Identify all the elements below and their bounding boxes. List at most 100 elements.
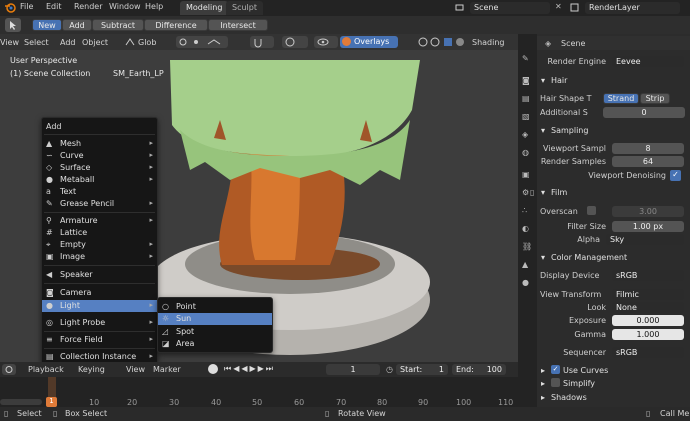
render-layer-field[interactable]: RenderLayer [585, 2, 680, 14]
view-menu-timeline[interactable]: View [126, 365, 145, 374]
use-curves-checkbox[interactable]: ✓ [551, 365, 560, 374]
timeline-area[interactable]: 1 10 20 30 40 50 60 70 80 90 100 110 [0, 377, 518, 407]
simplify-checkbox[interactable] [551, 378, 560, 387]
render-tab-icon[interactable]: ◙ [522, 76, 533, 86]
menu-item-light[interactable]: ● Light ▸ [42, 300, 157, 312]
menu-item-curve[interactable]: ∽ Curve ▸ [42, 150, 157, 162]
menu-item-grease-pencil[interactable]: ✎ Grease Pencil ▸ [42, 198, 157, 210]
blender-logo-icon[interactable] [4, 2, 16, 13]
filter-size-field[interactable]: 1.00 px [612, 221, 684, 232]
sequencer-dropdown[interactable]: sRGB [612, 347, 684, 358]
mode-difference-button[interactable]: Difference [144, 19, 208, 31]
alpha-dropdown[interactable]: Sky [606, 234, 684, 245]
submenu-item-spot[interactable]: ◿ Spot [158, 326, 272, 338]
mode-add-button[interactable]: Add [62, 19, 92, 31]
scene-field[interactable]: Scene [470, 2, 550, 14]
submenu-item-area[interactable]: ◪ Area [158, 338, 272, 350]
chevron-right-icon[interactable]: ▸ [541, 393, 545, 402]
snap-icon[interactable] [250, 36, 274, 48]
shading-dropdown[interactable]: Shading [472, 38, 505, 47]
overlays-button[interactable]: Overlays [340, 36, 398, 48]
menu-item-camera[interactable]: ◙ Camera [42, 287, 157, 299]
pivot-snap-group[interactable] [176, 36, 228, 48]
world-tab-icon[interactable]: ◍ [522, 148, 533, 158]
editor-type-icon[interactable] [2, 364, 16, 375]
orientation-icon[interactable] [124, 37, 136, 47]
playback-menu[interactable]: Playback [28, 365, 64, 374]
menu-help[interactable]: Help [145, 2, 163, 11]
close-icon[interactable]: ✕ [555, 2, 565, 12]
chevron-down-icon[interactable]: ▾ [541, 253, 545, 262]
marker-menu[interactable]: Marker [153, 365, 181, 374]
select-tool-icon[interactable] [5, 18, 21, 32]
scene-icon[interactable] [455, 3, 464, 12]
render-layer-icon[interactable] [570, 3, 579, 12]
menu-edit[interactable]: Edit [46, 2, 62, 11]
exposure-field[interactable]: 0.000 [612, 315, 684, 326]
particles-tab-icon[interactable]: ∴ [522, 206, 533, 216]
scene-tab-icon[interactable]: ◈ [522, 130, 533, 140]
mode-new-button[interactable]: New [32, 19, 62, 31]
hair-shape-strand-button[interactable]: Strand [603, 93, 639, 104]
chevron-right-icon[interactable]: ▸ [541, 366, 545, 375]
shading-modes-icon[interactable] [418, 37, 466, 47]
submenu-item-point[interactable]: ○ Point [158, 301, 272, 313]
render-engine-dropdown[interactable]: Eevee [612, 56, 684, 67]
color-management-section-header[interactable]: Color Management [551, 253, 627, 262]
current-frame-marker[interactable]: 1 [46, 397, 57, 407]
render-samples-field[interactable]: 64 [612, 156, 684, 167]
keying-menu[interactable]: Keying [78, 365, 105, 374]
view-transform-dropdown[interactable]: Filmic [612, 289, 684, 300]
clock-icon[interactable]: ◷ [386, 365, 396, 374]
submenu-item-sun[interactable]: ☼ Sun [158, 313, 272, 325]
constraints-tab-icon[interactable]: ⛓ [522, 242, 533, 252]
menu-item-light-probe[interactable]: ◎ Light Probe ▸ [42, 317, 157, 329]
menu-item-speaker[interactable]: ◀ Speaker [42, 269, 157, 281]
add-menu[interactable]: Add [60, 38, 76, 47]
tab-sculpt[interactable]: Sculpt [226, 1, 263, 15]
view-layer-tab-icon[interactable]: ▧ [522, 112, 533, 122]
chevron-right-icon[interactable]: ▸ [541, 379, 545, 388]
output-tab-icon[interactable]: ▤ [522, 94, 533, 104]
look-dropdown[interactable]: None [612, 302, 684, 313]
menu-item-text[interactable]: a Text [42, 186, 157, 198]
chevron-down-icon[interactable]: ▾ [541, 126, 545, 135]
mode-intersect-button[interactable]: Intersect [208, 19, 268, 31]
menu-window[interactable]: Window [109, 2, 141, 11]
simplify-section-header[interactable]: Simplify [563, 379, 595, 388]
object-menu[interactable]: Object [82, 38, 108, 47]
timeline-scrollbar[interactable] [0, 399, 42, 405]
end-frame-field[interactable]: End: 100 [452, 364, 506, 375]
viewport-denoising-checkbox[interactable]: ✓ [670, 170, 681, 181]
tab-modeling[interactable]: Modeling [180, 1, 229, 15]
display-device-dropdown[interactable]: sRGB [612, 270, 684, 281]
data-tab-icon[interactable]: ▲ [522, 260, 533, 270]
physics-tab-icon[interactable]: ◐ [522, 224, 533, 234]
select-menu[interactable]: Select [24, 38, 49, 47]
object-tab-icon[interactable]: ▣ [522, 170, 533, 180]
menu-item-force-field[interactable]: ≡ Force Field ▸ [42, 334, 157, 346]
view-menu[interactable]: View [0, 38, 19, 47]
hair-shape-strip-button[interactable]: Strip [640, 93, 670, 104]
additional-subdivision-field[interactable]: 0 [603, 107, 685, 118]
mode-subtract-button[interactable]: Subtract [92, 19, 144, 31]
viewport-samples-field[interactable]: 8 [612, 143, 684, 154]
menu-file[interactable]: File [20, 2, 33, 11]
orientation-dropdown[interactable]: Glob [138, 38, 156, 47]
hair-section-header[interactable]: Hair [551, 76, 567, 85]
material-tab-icon[interactable]: ● [522, 278, 533, 288]
tool-tab-icon[interactable]: ✎ [522, 54, 533, 64]
menu-render[interactable]: Render [74, 2, 102, 11]
chevron-down-icon[interactable]: ▾ [541, 76, 545, 85]
menu-item-image[interactable]: ▣ Image ▸ [42, 251, 157, 263]
chevron-down-icon[interactable]: ▾ [541, 188, 545, 197]
shadows-section-header[interactable]: Shadows [551, 393, 587, 402]
start-frame-field[interactable]: Start: 1 [396, 364, 448, 375]
menu-item-lattice[interactable]: # Lattice [42, 227, 157, 239]
sampling-section-header[interactable]: Sampling [551, 126, 588, 135]
record-icon[interactable] [208, 364, 218, 374]
visibility-icon[interactable] [314, 36, 338, 48]
use-curves-section-header[interactable]: Use Curves [563, 366, 608, 375]
proportional-edit-icon[interactable] [282, 36, 308, 48]
playback-controls-icon[interactable]: ⏮◀◀▶▶⏭ [224, 364, 294, 375]
